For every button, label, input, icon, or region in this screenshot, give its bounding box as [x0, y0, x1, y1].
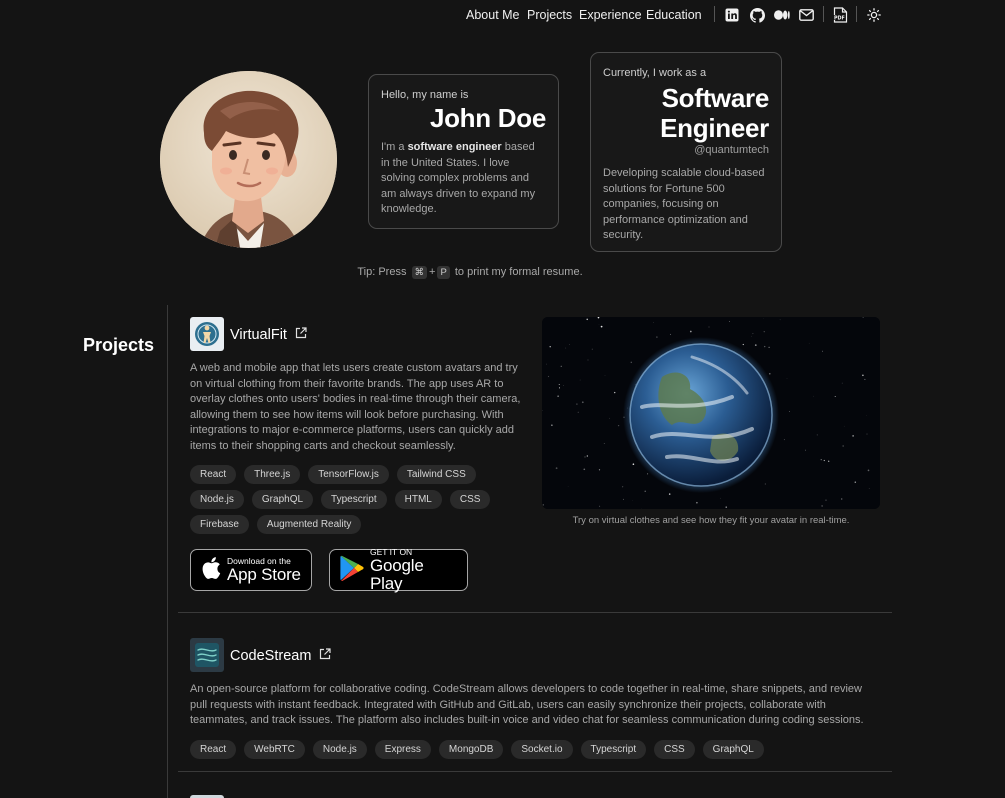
work-card: Currently, I work as a Software Engineer… — [590, 52, 782, 252]
top-nav: About Me Projects Experience Education P… — [0, 0, 1005, 30]
virtualfit-logo — [190, 317, 224, 351]
nav-divider — [714, 6, 715, 22]
medium-icon[interactable] — [774, 7, 790, 23]
github-icon[interactable] — [749, 7, 765, 23]
section-title: Projects — [83, 335, 155, 355]
tech-tag: Socket.io — [511, 740, 573, 759]
app-store-button[interactable]: Download on the App Store — [190, 549, 312, 591]
google-play-button[interactable]: GET IT ON Google Play — [329, 547, 468, 593]
tip-plus: + — [429, 266, 436, 278]
tip-prefix: Tip: Press — [357, 266, 407, 278]
nav-experience[interactable]: Experience — [579, 8, 642, 22]
google-play-big: Google Play — [370, 555, 424, 593]
avatar — [160, 71, 337, 248]
tech-tag: CSS — [654, 740, 695, 759]
project-title-text[interactable]: VirtualFit — [230, 327, 287, 343]
job-role: Software Engineer — [603, 83, 769, 143]
linkedin-icon[interactable] — [724, 7, 740, 23]
job-role-line1: Software — [661, 83, 770, 113]
image-caption: Try on virtual clothes and see how they … — [572, 515, 850, 526]
tech-tag: React — [190, 740, 237, 759]
section-divider-vertical — [167, 305, 168, 798]
intro-bold: software engineer — [407, 141, 502, 153]
nav-about-me[interactable]: About Me — [466, 8, 520, 22]
intro-card: Hello, my name is John Doe I'm a softwar… — [368, 74, 559, 229]
project-divider — [178, 771, 892, 772]
tech-tag: Augmented Reality — [256, 515, 362, 534]
google-play-icon — [340, 555, 364, 586]
apple-icon — [201, 556, 221, 585]
project-title-text[interactable]: CodeStream — [230, 648, 311, 664]
project-title[interactable]: CodeStream — [230, 648, 332, 664]
tech-tag: Node.js — [190, 490, 244, 509]
pdf-icon[interactable]: PDF — [832, 7, 848, 23]
project-divider — [178, 612, 892, 613]
kbd-cmd: ⌘ — [411, 266, 428, 279]
nav-divider — [823, 6, 824, 22]
nav-divider — [856, 6, 857, 22]
tech-tag: Express — [374, 740, 431, 759]
svg-text:PDF: PDF — [834, 16, 845, 22]
tech-tag: GraphQL — [251, 490, 314, 509]
tag-list: React WebRTC Node.js Express MongoDB Socket.i… — [190, 740, 880, 759]
tech-tag: Typescript — [321, 490, 387, 509]
project-title[interactable]: VirtualFit — [230, 327, 307, 343]
work-label: Currently, I work as a — [603, 67, 707, 79]
print-tip: Tip: Press ⌘ + P to print my formal resume… — [0, 266, 940, 279]
tech-tag: React — [190, 465, 237, 484]
intro-prefix: I'm a — [381, 141, 408, 153]
external-link-icon[interactable] — [295, 327, 307, 343]
mail-icon[interactable] — [798, 7, 814, 23]
job-role-line2: Engineer — [660, 113, 769, 143]
tip-suffix: to print my formal resume. — [454, 266, 583, 278]
tech-tag: HTML — [394, 490, 442, 509]
kbd-p: P — [437, 266, 450, 279]
nav-projects[interactable]: Projects — [527, 8, 572, 22]
theme-toggle-icon[interactable] — [866, 7, 882, 23]
tech-tag: CSS — [449, 490, 491, 509]
project-description: An open-source platform for collaborativ… — [190, 683, 864, 726]
tag-list: React Three.js TensorFlow.js Tailwind CSS No… — [190, 465, 510, 534]
tech-tag: WebRTC — [244, 740, 305, 759]
tech-tag: GraphQL — [702, 740, 764, 759]
codestream-logo — [190, 638, 224, 672]
tech-tag: Node.js — [312, 740, 367, 759]
tech-tag: TensorFlow.js — [308, 465, 389, 484]
tech-tag: Firebase — [190, 515, 249, 534]
nav-education[interactable]: Education — [646, 8, 702, 22]
work-description: Developing scalable cloud-based solution… — [603, 167, 765, 241]
tech-tag: MongoDB — [438, 740, 504, 759]
full-name: John Doe — [429, 103, 546, 133]
project-preview-image — [542, 317, 880, 509]
tech-tag: Typescript — [580, 740, 647, 759]
app-store-big: App Store — [227, 564, 301, 584]
company-handle[interactable]: @quantumtech — [603, 144, 769, 156]
external-link-icon[interactable] — [319, 648, 332, 664]
tech-tag: Three.js — [244, 465, 301, 484]
tech-tag: Tailwind CSS — [396, 465, 476, 484]
greeting-text: Hello, my name is — [381, 89, 469, 101]
project-description: A web and mobile app that lets users cre… — [190, 362, 521, 452]
intro-text: I'm a software engineer based in the Uni… — [381, 140, 546, 218]
